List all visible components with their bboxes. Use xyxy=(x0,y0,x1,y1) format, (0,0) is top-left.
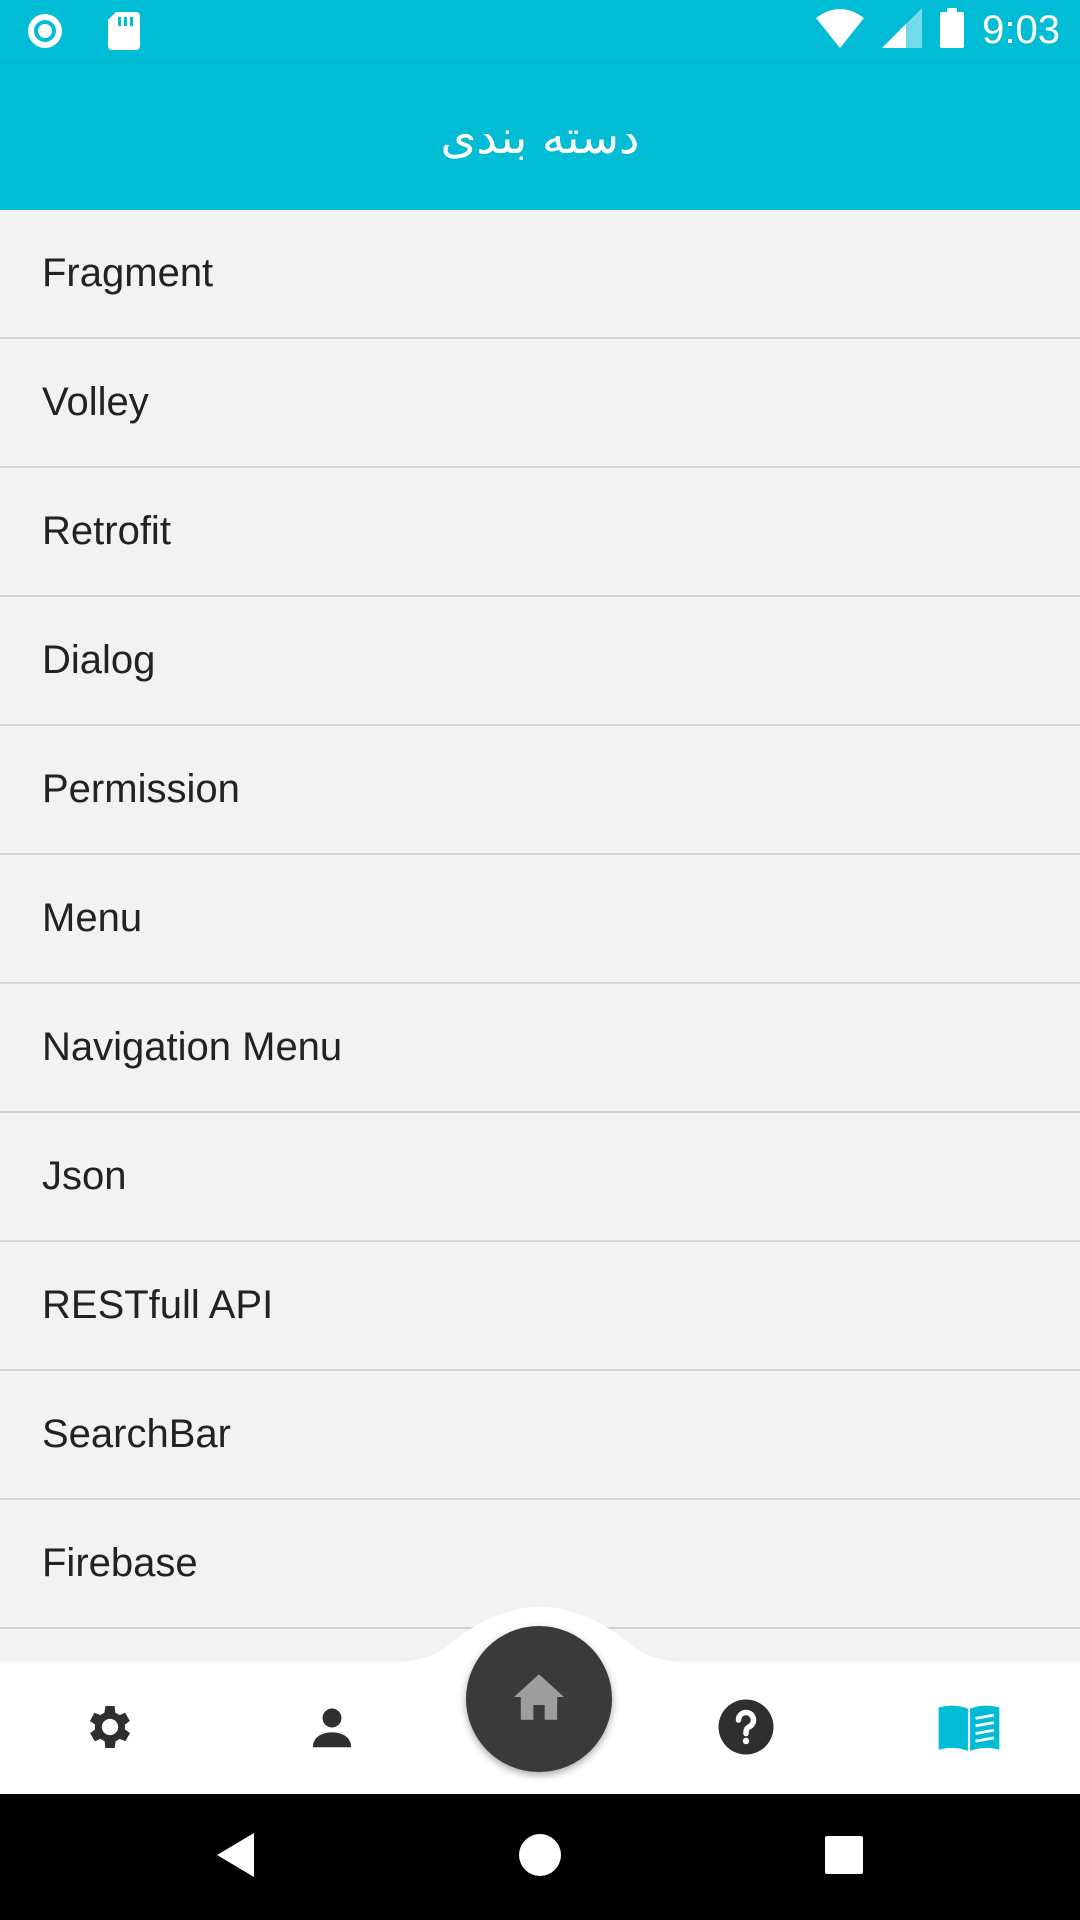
settings-icon xyxy=(82,1699,138,1760)
help-icon xyxy=(716,1697,776,1762)
sd-card-icon xyxy=(108,12,140,55)
home-icon xyxy=(511,1672,567,1727)
home-button[interactable] xyxy=(466,1626,612,1772)
system-navigation-bar xyxy=(0,1794,1080,1920)
record-icon xyxy=(26,12,64,55)
book-icon xyxy=(936,1701,1002,1758)
profile-button[interactable] xyxy=(300,1697,364,1761)
app-bar: دسته بندی xyxy=(0,64,1080,210)
list-item[interactable]: Retrofit xyxy=(0,468,1080,597)
list-item[interactable]: Dialog xyxy=(0,597,1080,726)
home-system-button[interactable] xyxy=(480,1794,600,1920)
recents-button[interactable] xyxy=(784,1794,904,1920)
circle-home-icon xyxy=(518,1833,562,1882)
list-item[interactable]: Permission xyxy=(0,726,1080,855)
list-item[interactable]: RESTfull API xyxy=(0,1242,1080,1371)
back-icon xyxy=(214,1831,258,1884)
list-item[interactable]: Volley xyxy=(0,339,1080,468)
square-recents-icon xyxy=(824,1835,864,1880)
list-item[interactable]: Json xyxy=(0,1113,1080,1242)
help-button[interactable] xyxy=(714,1697,778,1761)
settings-button[interactable] xyxy=(78,1697,142,1761)
page-title: دسته بندی xyxy=(440,110,640,164)
wifi-icon xyxy=(816,8,865,53)
list-item[interactable]: Menu xyxy=(0,855,1080,984)
status-bar: 9:03 xyxy=(0,0,1080,64)
battery-icon xyxy=(940,8,965,53)
list-item[interactable]: Fragment xyxy=(0,210,1080,339)
back-button[interactable] xyxy=(176,1794,296,1920)
category-list: Fragment Volley Retrofit Dialog Permissi… xyxy=(0,210,1080,1629)
person-icon xyxy=(305,1700,359,1759)
list-item[interactable]: SearchBar xyxy=(0,1371,1080,1500)
status-time: 9:03 xyxy=(982,8,1060,52)
list-item[interactable]: Navigation Menu xyxy=(0,984,1080,1113)
signal-icon xyxy=(882,8,923,53)
library-button[interactable] xyxy=(934,1697,1004,1761)
